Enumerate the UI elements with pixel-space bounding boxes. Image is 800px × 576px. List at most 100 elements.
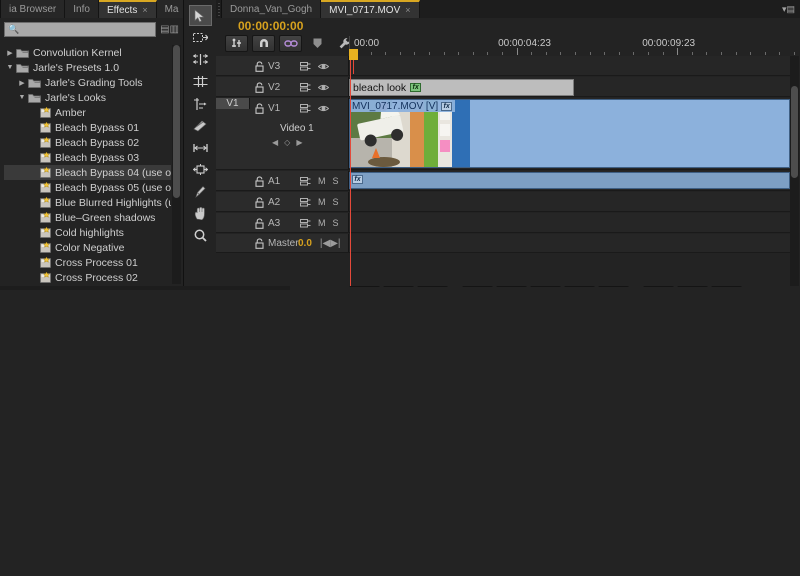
effects-preset-item[interactable]: Blue Blurred Highlights (use… (4, 195, 171, 210)
item-label: Color Negative (55, 242, 124, 254)
track-lock-toggle[interactable] (250, 218, 268, 229)
track-lock-toggle[interactable] (250, 103, 268, 114)
tab-info[interactable]: Info (65, 0, 99, 18)
track-lane-A3[interactable] (349, 213, 790, 232)
toggle-presets-icon[interactable]: ▤▥ (160, 24, 179, 35)
disclosure-open-icon[interactable]: ▼ (4, 64, 16, 71)
track-name-label[interactable]: Video 1 (280, 123, 314, 134)
track-header-A1[interactable]: A1MS (216, 171, 349, 190)
search-input[interactable]: 🔍 (4, 22, 156, 37)
track-solo-button[interactable]: S (333, 176, 339, 186)
track-lane-A1[interactable]: fx (349, 171, 790, 190)
track-output-toggles[interactable]: MS (298, 218, 339, 228)
effects-vscrollbar[interactable] (172, 45, 181, 284)
track-header-V2[interactable]: V2 (216, 77, 349, 96)
zoom-tool[interactable] (189, 225, 212, 246)
rate-stretch-tool[interactable] (189, 93, 212, 114)
effects-preset-item[interactable]: Cross Process 01 (4, 255, 171, 270)
track-solo-button[interactable]: S (333, 218, 339, 228)
track-mute-button[interactable]: M (318, 218, 326, 228)
tab-donna-van-gogh[interactable]: Donna_Van_Gogh (222, 0, 321, 18)
ruler-tick (590, 52, 591, 55)
track-output-toggles[interactable] (298, 104, 329, 113)
track-header-Master[interactable]: Master0.0|◀▶| (216, 234, 349, 252)
rolling-edit-tool[interactable] (189, 71, 212, 92)
magnet-snap-button[interactable] (252, 35, 275, 52)
track-output-toggles[interactable]: MS (298, 176, 339, 186)
effects-preset-item[interactable]: Bleach Bypass 03 (4, 150, 171, 165)
master-level[interactable]: 0.0|◀▶| (298, 238, 340, 249)
track-lane-A2[interactable] (349, 192, 790, 211)
prev-keyframe-icon[interactable]: ◀ (272, 138, 278, 147)
effects-folder-item[interactable]: ▶Convolution Kernel (4, 45, 171, 60)
track-mute-button[interactable]: M (318, 176, 326, 186)
timeline-clip[interactable]: fx (349, 172, 790, 189)
track-output-toggles[interactable] (298, 62, 329, 71)
snap-toggle-button[interactable] (225, 35, 248, 52)
hand-tool[interactable] (189, 203, 212, 224)
selection-tool[interactable] (189, 5, 212, 26)
track-lane-V3[interactable] (349, 56, 790, 75)
track-header-A2[interactable]: A2MS (216, 192, 349, 211)
tab-effects[interactable]: Effects× (99, 0, 157, 18)
disclosure-closed-icon[interactable]: ▶ (4, 49, 16, 57)
preset-icon (40, 107, 51, 118)
timeline-vscrollbar[interactable] (790, 56, 799, 286)
pen-tool[interactable] (189, 181, 212, 202)
effects-folder-item[interactable]: ▼Jarle's Presets 1.0 (4, 60, 171, 75)
effects-preset-item[interactable]: Cold highlights (4, 225, 171, 240)
timeline-clip[interactable]: MVI_0717.MOV [V]fx (349, 99, 790, 168)
tab-mvi-0717-mov[interactable]: MVI_0717.MOV× (321, 0, 419, 18)
track-select-tool[interactable] (189, 27, 212, 48)
disclosure-closed-icon[interactable]: ▶ (16, 79, 28, 87)
track-lock-toggle[interactable] (250, 82, 268, 93)
track-header-V3[interactable]: V3 (216, 56, 349, 75)
track-lock-toggle[interactable] (250, 197, 268, 208)
close-icon[interactable]: × (405, 5, 410, 15)
effects-folder-item[interactable]: ▼Jarle's Looks (4, 90, 171, 105)
tab-ia-browser[interactable]: ia Browser (1, 0, 65, 18)
effects-preset-item[interactable]: Bleach Bypass 04 (use on a… (4, 165, 171, 180)
effects-preset-item[interactable]: Blue–Green shadows (4, 210, 171, 225)
timeline-playhead-timecode[interactable]: 00:00:00:00 (238, 19, 303, 33)
premiere-window: MVI_0717.MOV: MVI_0717.MOV: 00:00:00:00 … (0, 0, 800, 576)
timeline-clip[interactable]: bleach lookfx (349, 79, 574, 96)
keyframe-nav-controls[interactable]: ◀ ◇ ▶ (250, 138, 348, 147)
close-icon[interactable]: × (142, 5, 147, 15)
effects-preset-item[interactable]: Amber (4, 105, 171, 120)
disclosure-open-icon[interactable]: ▼ (16, 94, 28, 101)
track-solo-button[interactable]: S (333, 197, 339, 207)
track-header-A3[interactable]: A3MS (216, 213, 349, 232)
timeline-playhead-head-icon[interactable] (349, 49, 358, 60)
effects-folder-item[interactable]: ▶Jarle's Grading Tools (4, 75, 171, 90)
effects-preset-item[interactable]: Bleach Bypass 05 (use on a… (4, 180, 171, 195)
track-lock-toggle[interactable] (250, 238, 268, 249)
track-output-toggles[interactable]: MS (298, 197, 339, 207)
timeline-panel-menu-icon[interactable]: ▾▤ (777, 0, 800, 18)
track-header-V1[interactable]: V1V1Video 1◀◇▶ (216, 98, 349, 169)
slide-tool[interactable] (189, 159, 212, 180)
effects-preset-item[interactable]: Color Negative (4, 240, 171, 255)
effects-preset-item[interactable]: Cross Process 02 (4, 270, 171, 284)
pan-icon[interactable]: |◀▶| (320, 238, 341, 249)
track-lane-V1[interactable]: MVI_0717.MOV [V]fx (349, 98, 790, 169)
ripple-edit-tool[interactable] (189, 49, 212, 70)
next-keyframe-icon[interactable]: ▶ (296, 138, 302, 147)
effects-preset-item[interactable]: Bleach Bypass 01 (4, 120, 171, 135)
track-lock-toggle[interactable] (250, 61, 268, 72)
clip-label-row: MVI_0717.MOV [V]fx (350, 100, 455, 112)
timeline-playhead[interactable] (350, 56, 351, 286)
slip-tool[interactable] (189, 137, 212, 158)
track-mute-button[interactable]: M (318, 197, 326, 207)
effects-preset-item[interactable]: Bleach Bypass 02 (4, 135, 171, 150)
track-lock-toggle[interactable] (250, 176, 268, 187)
track-output-toggles[interactable] (298, 83, 329, 92)
razor-tool[interactable] (189, 115, 212, 136)
track-id-label: V2 (268, 82, 298, 93)
track-lane-Master[interactable] (349, 234, 790, 252)
track-lane-V2[interactable]: bleach lookfx (349, 77, 790, 96)
add-marker-icon[interactable] (306, 35, 329, 52)
add-keyframe-icon[interactable]: ◇ (284, 138, 290, 147)
linked-selection-button[interactable] (279, 35, 302, 52)
track-target-toggle-v1[interactable]: V1 (216, 98, 250, 109)
